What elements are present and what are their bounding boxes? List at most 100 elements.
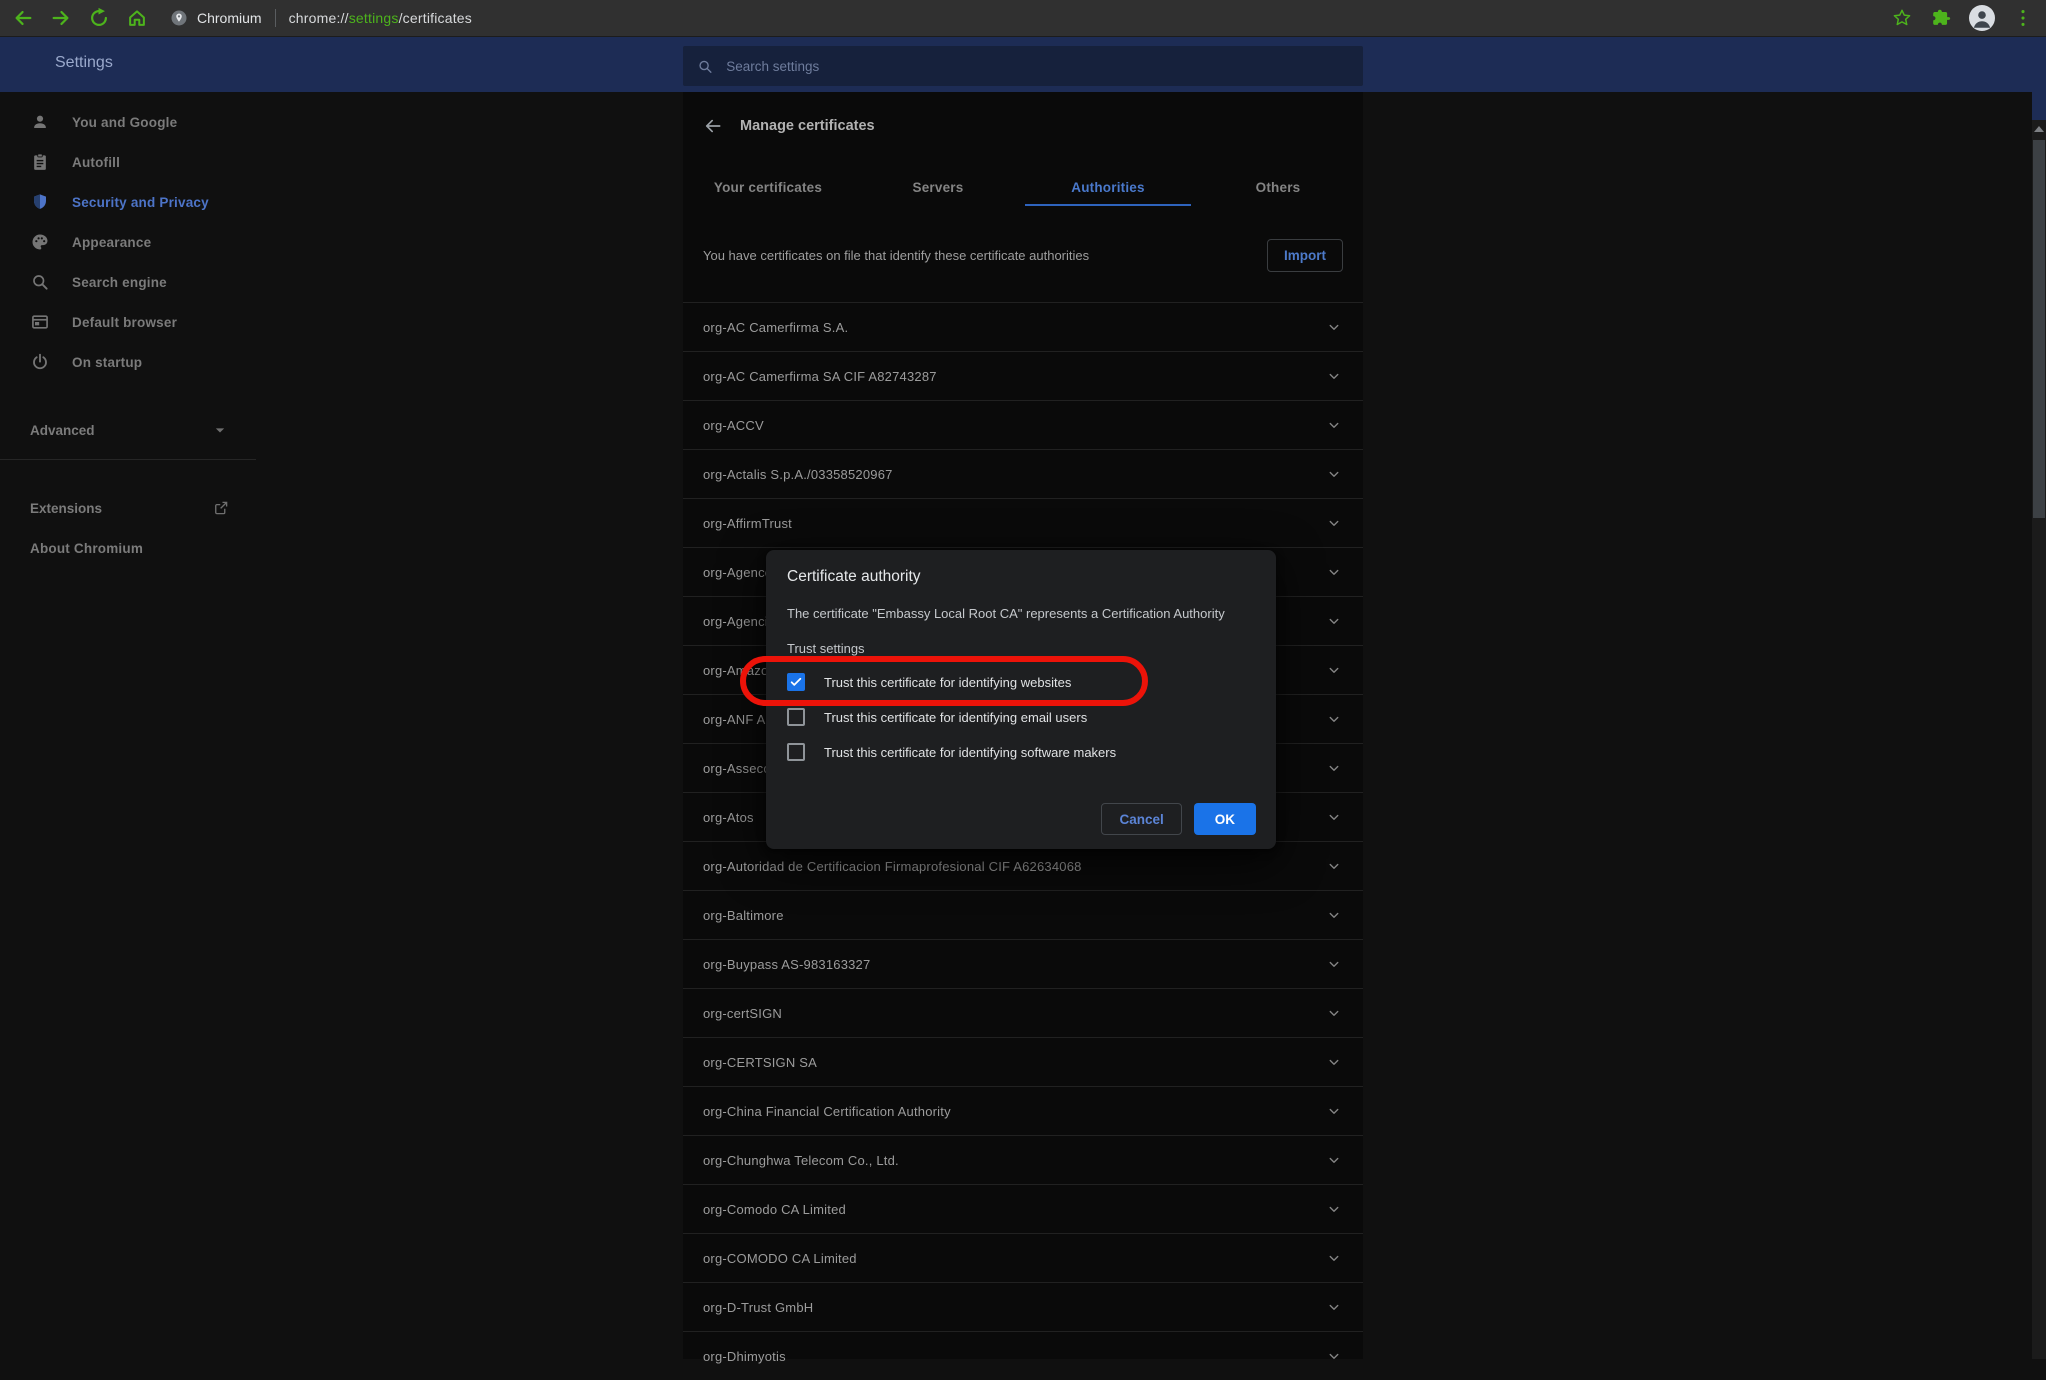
certificate-row[interactable]: org-ACCV	[683, 400, 1363, 449]
trust-checkbox-row[interactable]: Trust this certificate for identifying s…	[787, 738, 1116, 766]
certificate-row[interactable]: org-certSIGN	[683, 988, 1363, 1037]
tab[interactable]: Your certificates	[683, 168, 853, 206]
menu-kebab-icon[interactable]	[2012, 7, 2034, 29]
back-arrow-icon[interactable]	[703, 116, 723, 136]
chevron-down-icon[interactable]	[1325, 1298, 1343, 1316]
certificate-name: org-COMODO CA Limited	[703, 1251, 857, 1266]
certificate-row[interactable]: org-AC Camerfirma S.A.	[683, 302, 1363, 351]
certificate-tabs: Your certificates Servers Authorities Ot…	[683, 168, 1363, 206]
sidebar-item-default-browser[interactable]: Default browser	[0, 302, 256, 342]
tab-label: Your certificates	[714, 180, 822, 195]
import-button[interactable]: Import	[1267, 239, 1343, 272]
certificate-row[interactable]: org-Baltimore	[683, 890, 1363, 939]
extensions-puzzle-icon[interactable]	[1930, 7, 1952, 29]
certificate-row[interactable]: org-AffirmTrust	[683, 498, 1363, 547]
trust-checkbox-row[interactable]: Trust this certificate for identifying w…	[787, 668, 1071, 696]
ok-button[interactable]: OK	[1194, 803, 1256, 835]
certificate-name: org-Agence	[703, 565, 772, 580]
certificate-row[interactable]: org-AC Camerfirma SA CIF A82743287	[683, 351, 1363, 400]
scrollbar-up-arrow[interactable]	[2034, 126, 2044, 132]
chevron-down-icon[interactable]	[1325, 661, 1343, 679]
autofill-icon	[30, 152, 50, 172]
certificate-name: org-Agencia	[703, 614, 775, 629]
sidebar-item-extensions[interactable]: Extensions	[0, 488, 256, 528]
chevron-down-icon[interactable]	[1325, 1347, 1343, 1365]
sidebar-item-security-and-privacy[interactable]: Security and Privacy	[0, 182, 256, 222]
certificate-row[interactable]: org-Comodo CA Limited	[683, 1184, 1363, 1233]
chevron-down-icon[interactable]	[1325, 1053, 1343, 1071]
chevron-down-icon[interactable]	[1325, 857, 1343, 875]
site-info-icon[interactable]	[170, 9, 188, 27]
settings-sidebar: You and Google Autofill Security and Pri…	[0, 92, 256, 568]
sidebar-divider	[0, 459, 256, 460]
chevron-down-icon[interactable]	[1325, 1200, 1343, 1218]
search-engine-icon	[30, 272, 50, 292]
chevron-down-icon[interactable]	[1325, 465, 1343, 483]
sidebar-item-appearance[interactable]: Appearance	[0, 222, 256, 262]
certificate-name: org-Atos	[703, 810, 754, 825]
settings-header: Settings	[0, 37, 2046, 92]
tab[interactable]: Servers	[853, 168, 1023, 206]
tab-label: Authorities	[1071, 180, 1144, 195]
certificate-name: org-CERTSIGN SA	[703, 1055, 817, 1070]
chevron-down-icon[interactable]	[1325, 563, 1343, 581]
certificate-row[interactable]: org-China Financial Certification Author…	[683, 1086, 1363, 1135]
chevron-down-icon[interactable]	[1325, 759, 1343, 777]
shield-icon	[30, 192, 50, 212]
back-icon[interactable]	[12, 7, 34, 29]
chevron-down-icon[interactable]	[1325, 416, 1343, 434]
certificate-name: org-AC Camerfirma SA CIF A82743287	[703, 369, 937, 384]
certificate-authority-dialog: Certificate authority The certificate "E…	[766, 550, 1276, 849]
chevron-down-icon[interactable]	[1325, 808, 1343, 826]
checkbox-icon[interactable]	[787, 708, 805, 726]
certificate-name: org-China Financial Certification Author…	[703, 1104, 951, 1119]
checkbox-label: Trust this certificate for identifying s…	[824, 745, 1116, 760]
cancel-button[interactable]: Cancel	[1101, 803, 1181, 835]
sidebar-item-autofill[interactable]: Autofill	[0, 142, 256, 182]
chevron-down-icon[interactable]	[1325, 318, 1343, 336]
certificate-row[interactable]: org-Chunghwa Telecom Co., Ltd.	[683, 1135, 1363, 1184]
search-settings-input[interactable]	[726, 59, 1349, 74]
certificate-name: org-AffirmTrust	[703, 516, 792, 531]
sidebar-advanced-toggle[interactable]: Advanced	[0, 410, 256, 450]
certificate-name: org-Buypass AS-983163327	[703, 957, 870, 972]
tab[interactable]: Authorities	[1023, 168, 1193, 206]
certificate-row[interactable]: org-COMODO CA Limited	[683, 1233, 1363, 1282]
search-settings-box[interactable]	[683, 46, 1363, 86]
chevron-down-icon[interactable]	[1325, 514, 1343, 532]
sidebar-item-about-chromium[interactable]: About Chromium	[0, 528, 256, 568]
certificate-row[interactable]: org-Dhimyotis	[683, 1331, 1363, 1380]
forward-icon[interactable]	[50, 7, 72, 29]
url-text[interactable]: chrome://settings/certificates	[289, 10, 472, 26]
dialog-title: Certificate authority	[787, 568, 921, 586]
certificate-row[interactable]: org-Buypass AS-983163327	[683, 939, 1363, 988]
checkbox-icon[interactable]	[787, 673, 805, 691]
trust-checkbox-row[interactable]: Trust this certificate for identifying e…	[787, 703, 1087, 731]
checkbox-icon[interactable]	[787, 743, 805, 761]
certificate-row[interactable]: org-D-Trust GmbH	[683, 1282, 1363, 1331]
sidebar-item-search-engine[interactable]: Search engine	[0, 262, 256, 302]
tab-label: Others	[1256, 180, 1301, 195]
chevron-down-icon[interactable]	[1325, 1151, 1343, 1169]
chevron-down-icon[interactable]	[1325, 612, 1343, 630]
certificate-row[interactable]: org-Actalis S.p.A./03358520967	[683, 449, 1363, 498]
certificate-row[interactable]: org-CERTSIGN SA	[683, 1037, 1363, 1086]
page-scrollbar[interactable]	[2032, 92, 2046, 1359]
person-icon	[30, 112, 50, 132]
home-icon[interactable]	[126, 7, 148, 29]
scrollbar-thumb[interactable]	[2033, 140, 2045, 518]
browser-page-title: Chromium	[197, 10, 262, 26]
chevron-down-icon[interactable]	[1325, 367, 1343, 385]
sidebar-item-you-and-google[interactable]: You and Google	[0, 102, 256, 142]
chevron-down-icon[interactable]	[1325, 955, 1343, 973]
sidebar-item-on-startup[interactable]: On startup	[0, 342, 256, 382]
tab[interactable]: Others	[1193, 168, 1363, 206]
chevron-down-icon[interactable]	[1325, 906, 1343, 924]
reload-icon[interactable]	[88, 7, 110, 29]
chevron-down-icon[interactable]	[1325, 710, 1343, 728]
chevron-down-icon[interactable]	[1325, 1004, 1343, 1022]
chevron-down-icon[interactable]	[1325, 1249, 1343, 1267]
bookmark-star-icon[interactable]	[1891, 7, 1913, 29]
profile-avatar[interactable]	[1969, 5, 1995, 31]
chevron-down-icon[interactable]	[1325, 1102, 1343, 1120]
